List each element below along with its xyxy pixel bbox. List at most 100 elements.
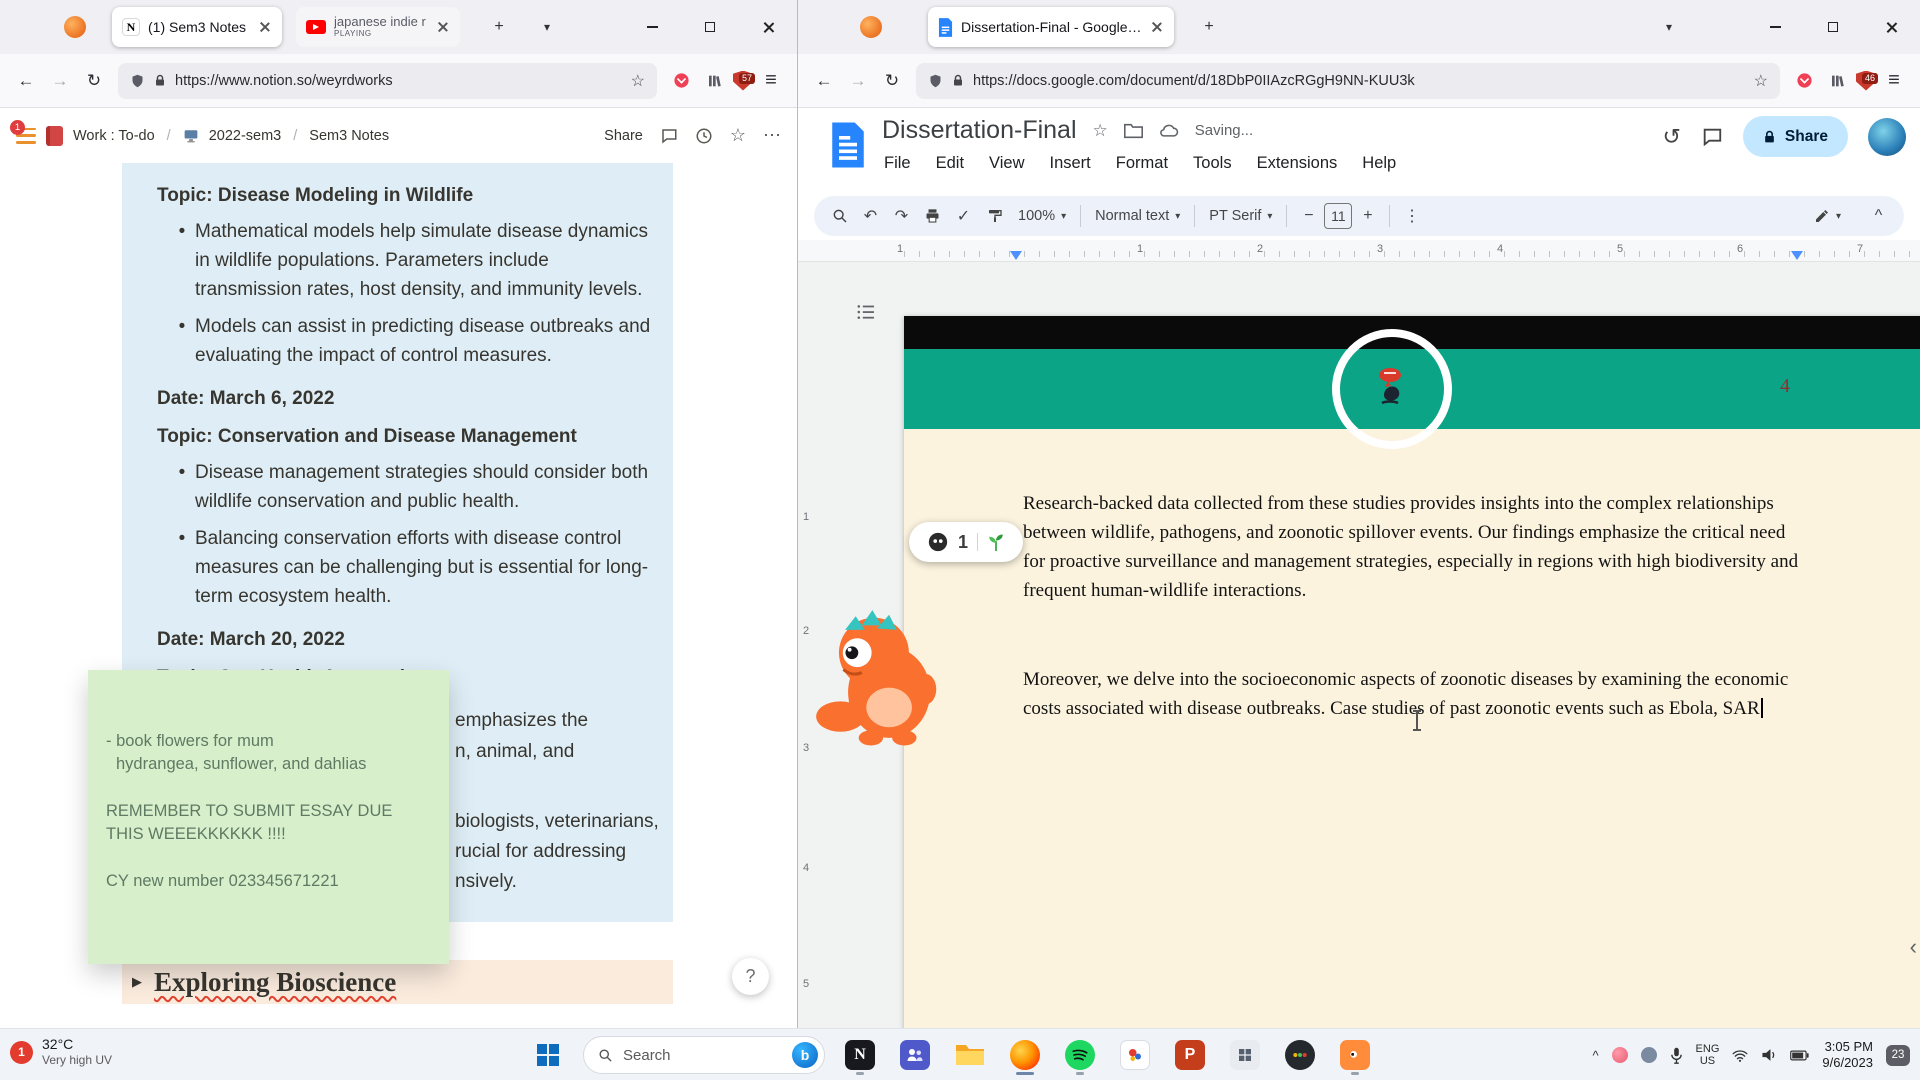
paragraph-style-select[interactable]: Normal text ▾ — [1087, 201, 1188, 231]
menu-edit[interactable]: Edit — [936, 154, 964, 173]
tracking-shield-icon[interactable] — [130, 73, 145, 89]
paragraph[interactable]: Research-backed data collected from thes… — [1023, 489, 1807, 605]
comments-icon[interactable] — [660, 127, 678, 145]
taskbar-app-github-desktop[interactable] — [1280, 1035, 1320, 1075]
pocket-icon[interactable] — [665, 65, 697, 97]
hide-menus-icon[interactable]: ^ — [1863, 201, 1894, 231]
bookmark-star-icon[interactable]: ☆ — [1754, 71, 1768, 91]
editing-mode-button[interactable]: ▾ — [1806, 201, 1849, 231]
tab-close-icon[interactable] — [436, 20, 450, 34]
increase-font-size-button[interactable]: + — [1352, 201, 1383, 231]
move-folder-icon[interactable] — [1123, 123, 1143, 139]
taskbar-app-calculator[interactable] — [1225, 1035, 1265, 1075]
menu-insert[interactable]: Insert — [1050, 154, 1091, 173]
toggle-arrow-icon[interactable]: ▶ — [132, 974, 142, 990]
taskbar-app-teams[interactable] — [895, 1035, 935, 1075]
toolbar-overflow-icon[interactable]: ⋮ — [1396, 201, 1427, 231]
star-document-icon[interactable]: ☆ — [1093, 121, 1108, 141]
firefox-profile-icon[interactable] — [860, 16, 882, 38]
taskbar-app-pet[interactable] — [1335, 1035, 1375, 1075]
refresh-icon[interactable]: ↻ — [876, 65, 908, 97]
breadcrumb-folder[interactable]: 2022-sem3 — [209, 128, 282, 144]
side-panel-collapse-icon[interactable]: ‹ — [1910, 934, 1917, 960]
tray-app-icon[interactable] — [1611, 1047, 1628, 1063]
tab-close-icon[interactable] — [258, 20, 272, 34]
battery-icon[interactable] — [1790, 1050, 1810, 1061]
pocket-icon[interactable] — [1788, 65, 1820, 97]
paragraph[interactable]: Moreover, we delve into the socioeconomi… — [1023, 665, 1807, 723]
microphone-icon[interactable] — [1670, 1047, 1683, 1064]
url-bar[interactable]: https://docs.google.com/document/d/18DbP… — [916, 62, 1780, 99]
start-button[interactable] — [528, 1035, 568, 1075]
bookmark-star-icon[interactable]: ☆ — [631, 71, 645, 91]
redo-icon[interactable]: ↷ — [886, 201, 917, 231]
url-text[interactable]: https://www.notion.so/weyrdworks — [175, 73, 622, 89]
taskbar-clock[interactable]: 3:05 PM 9/6/2023 — [1822, 1039, 1873, 1071]
sidebar-toggle-icon[interactable]: 1 — [10, 119, 36, 144]
tray-app-icon[interactable] — [1640, 1047, 1657, 1063]
taskbar-app-notion[interactable]: N — [840, 1035, 880, 1075]
tab-notion[interactable]: N (1) Sem3 Notes — [112, 7, 282, 47]
firefox-profile-icon[interactable] — [64, 16, 86, 38]
tab-close-icon[interactable] — [1150, 20, 1164, 34]
menu-icon[interactable]: ≡ — [755, 65, 787, 97]
sticky-note[interactable]: - book flowers for mum hydrangea, sunflo… — [88, 670, 449, 964]
pet-status-badge[interactable]: 1 — [909, 522, 1023, 562]
tab-youtube[interactable]: japanese indie r PLAYING — [296, 7, 460, 47]
maximize-button[interactable] — [1804, 0, 1862, 54]
menu-icon[interactable]: ≡ — [1878, 65, 1910, 97]
list-tabs-icon[interactable]: ▾ — [534, 14, 560, 40]
refresh-icon[interactable]: ↻ — [78, 65, 110, 97]
menu-help[interactable]: Help — [1362, 154, 1396, 173]
search-menus-icon[interactable] — [824, 201, 855, 231]
document-title[interactable]: Dissertation-Final — [882, 116, 1077, 145]
lock-icon[interactable] — [952, 73, 964, 88]
menu-tools[interactable]: Tools — [1193, 154, 1232, 173]
paint-format-icon[interactable] — [979, 201, 1010, 231]
share-button[interactable]: Share — [1742, 116, 1848, 157]
close-button[interactable] — [1862, 0, 1920, 54]
taskbar-app-file-explorer[interactable] — [950, 1035, 990, 1075]
close-button[interactable] — [739, 0, 797, 54]
tray-overflow-icon[interactable]: ^ — [1592, 1048, 1598, 1063]
document-page[interactable]: 4 Research-backed data collected from th… — [904, 316, 1920, 1028]
network-icon[interactable] — [1732, 1049, 1749, 1062]
language-indicator[interactable]: ENG US — [1696, 1043, 1720, 1067]
share-button[interactable]: Share — [604, 128, 643, 144]
spellcheck-icon[interactable]: ✓ — [948, 201, 979, 231]
favorite-star-icon[interactable]: ☆ — [730, 125, 746, 146]
library-icon[interactable] — [1822, 65, 1854, 97]
weather-widget[interactable]: 1 32°C Very high UV — [10, 1036, 112, 1068]
taskbar-app-powerpoint[interactable]: P — [1170, 1035, 1210, 1075]
desktop-pet-dino[interactable] — [804, 598, 956, 750]
maximize-button[interactable] — [681, 0, 739, 54]
font-size-input[interactable]: 11 — [1324, 203, 1353, 229]
breadcrumb-workspace[interactable]: Work : To-do — [73, 128, 155, 144]
comments-icon[interactable] — [1701, 126, 1723, 148]
toggle-heading-block[interactable]: ▶ Exploring Bioscience — [122, 960, 673, 1004]
zoom-select[interactable]: 100% ▾ — [1010, 201, 1074, 231]
lock-icon[interactable] — [154, 73, 166, 88]
menu-extensions[interactable]: Extensions — [1257, 154, 1338, 173]
tracking-shield-icon[interactable] — [928, 73, 943, 89]
list-tabs-icon[interactable]: ▾ — [1656, 14, 1682, 40]
taskbar-search-input[interactable]: Search b — [583, 1036, 825, 1074]
taskbar-app-spotify[interactable] — [1060, 1035, 1100, 1075]
breadcrumb-page[interactable]: Sem3 Notes — [309, 128, 389, 144]
taskbar-app-firefox[interactable] — [1005, 1035, 1045, 1075]
speaker-icon[interactable] — [1761, 1048, 1777, 1062]
back-icon[interactable]: ← — [808, 65, 840, 97]
version-history-icon[interactable]: ↺ — [1662, 124, 1680, 150]
forward-icon[interactable]: → — [44, 65, 76, 97]
menu-file[interactable]: File — [884, 154, 911, 173]
menu-format[interactable]: Format — [1116, 154, 1168, 173]
new-tab-button[interactable]: + — [1196, 14, 1222, 40]
more-options-icon[interactable]: ⋯ — [763, 125, 781, 146]
url-bar[interactable]: https://www.notion.so/weyrdworks ☆ — [118, 62, 657, 99]
minimize-button[interactable] — [1746, 0, 1804, 54]
back-icon[interactable]: ← — [10, 65, 42, 97]
google-docs-icon[interactable] — [830, 121, 866, 169]
menu-view[interactable]: View — [989, 154, 1024, 173]
document-outline-icon[interactable] — [856, 304, 876, 320]
right-indent-marker[interactable] — [1791, 251, 1803, 260]
